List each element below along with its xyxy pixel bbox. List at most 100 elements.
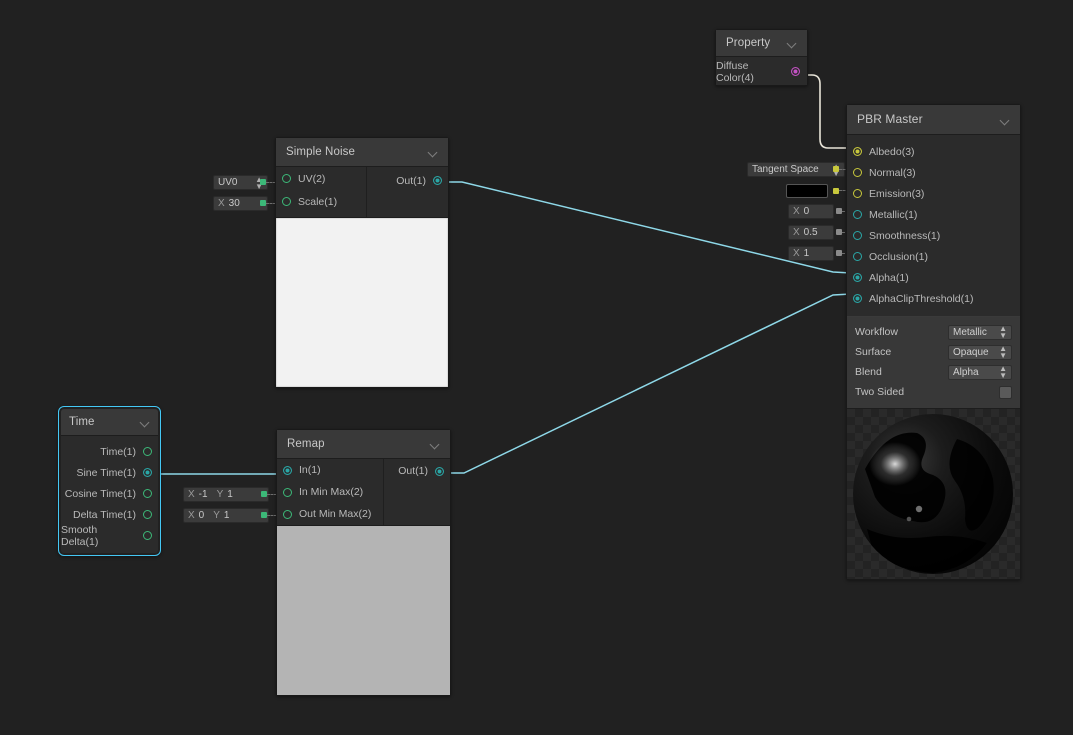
preview-sphere-render — [853, 414, 1013, 574]
shader-graph-canvas[interactable]: Property Diffuse Color(4) PBR Master Alb… — [0, 0, 1073, 735]
alpha-clip-threshold-input-port[interactable] — [853, 294, 862, 303]
simple-noise-input-scale[interactable]: Scale(1) — [276, 190, 448, 213]
uv-input-port[interactable] — [282, 174, 291, 183]
pbr-input-occlusion[interactable]: Occlusion(1) — [847, 246, 1020, 267]
chevron-down-icon[interactable] — [430, 439, 440, 449]
pbr-master-node[interactable]: PBR Master Albedo(3) Normal(3) Emission(… — [846, 104, 1021, 580]
pbr-master-preview[interactable] — [847, 408, 1020, 579]
remap-preview[interactable] — [277, 525, 450, 695]
setting-surface-dropdown[interactable]: Opaque ▲ ▼ — [948, 344, 1012, 360]
metallic-value-field[interactable]: X 0 — [788, 204, 834, 219]
remap-output-out[interactable]: Out(1) — [398, 460, 444, 482]
pbr-input-emission[interactable]: Emission(3) — [847, 183, 1020, 204]
smooth-delta-output-port[interactable] — [143, 531, 152, 540]
occlusion-value-field[interactable]: X 1 — [788, 246, 834, 261]
scale-axis-label: X — [218, 198, 225, 209]
pbr-input-alpha-clip-threshold[interactable]: AlphaClipThreshold(1) — [847, 288, 1020, 309]
remap-in-min-max-field[interactable]: X -1 Y 1 — [183, 487, 269, 502]
setting-two-sided-checkbox[interactable] — [999, 385, 1012, 399]
property-output-row[interactable]: Diffuse Color(4) — [716, 60, 807, 84]
sine-time-output-port[interactable] — [143, 468, 152, 477]
simple-noise-node[interactable]: Simple Noise UV(2) Scale(1) Out(1) — [275, 137, 449, 388]
diffuse-color-output-port[interactable] — [791, 67, 800, 76]
remap-title: Remap — [287, 438, 325, 450]
remap-header[interactable]: Remap — [277, 430, 450, 459]
cosine-time-output-port[interactable] — [143, 489, 152, 498]
alpha-input-port[interactable] — [853, 273, 862, 282]
setting-blend[interactable]: Blend Alpha ▲ ▼ — [855, 362, 1012, 382]
chevron-down-icon[interactable] — [428, 147, 438, 157]
remap-out-min-max-label: Out Min Max(2) — [299, 508, 372, 520]
simple-noise-title: Simple Noise — [286, 146, 355, 158]
delta-time-output-port[interactable] — [143, 510, 152, 519]
time-output-smooth-delta[interactable]: Smooth Delta(1) — [61, 523, 158, 548]
simple-noise-output-out[interactable]: Out(1) — [396, 169, 442, 192]
remap-node[interactable]: Remap In(1) In Min Max(2) Out Min Max(2)… — [276, 429, 451, 696]
remap-out-min-max-field[interactable]: X 0 Y 1 — [183, 508, 269, 523]
uv-channel-value: UV0 — [218, 177, 238, 188]
time-output-port[interactable] — [143, 447, 152, 456]
out-min-value: 0 — [198, 510, 205, 521]
time-output-sine-time[interactable]: Sine Time(1) — [61, 462, 158, 483]
setting-two-sided[interactable]: Two Sided — [855, 382, 1012, 402]
property-node-header[interactable]: Property — [716, 30, 807, 57]
smoothness-input-port[interactable] — [853, 231, 862, 240]
emission-input-port[interactable] — [853, 189, 862, 198]
metallic-value: 0 — [803, 206, 810, 217]
pbr-input-metallic[interactable]: Metallic(1) — [847, 204, 1020, 225]
time-node[interactable]: Time Time(1) Sine Time(1) Cosine Time(1) — [58, 406, 161, 556]
scale-input-port[interactable] — [282, 197, 291, 206]
pbr-input-normal[interactable]: Normal(3) — [847, 162, 1020, 183]
albedo-input-port[interactable] — [853, 147, 862, 156]
property-node[interactable]: Property Diffuse Color(4) — [715, 29, 808, 86]
setting-workflow-value: Metallic — [953, 326, 987, 338]
setting-workflow[interactable]: Workflow Metallic ▲ ▼ — [855, 322, 1012, 342]
cosine-time-output-label: Cosine Time(1) — [64, 487, 136, 500]
remap-input-in-min-max[interactable]: In Min Max(2) — [277, 481, 450, 503]
smoothness-label: Smoothness(1) — [869, 229, 941, 242]
occlusion-axis-label: X — [793, 248, 800, 259]
setting-workflow-dropdown[interactable]: Metallic ▲ ▼ — [948, 324, 1012, 340]
simple-noise-header[interactable]: Simple Noise — [276, 138, 448, 167]
remap-out-min-max-port[interactable] — [283, 509, 292, 519]
occlusion-input-port[interactable] — [853, 252, 862, 261]
chevron-down-icon[interactable] — [787, 38, 797, 48]
remap-in-min-max-port[interactable] — [283, 487, 292, 497]
noise-out-port[interactable] — [433, 176, 442, 185]
smooth-delta-output-label: Smooth Delta(1) — [61, 523, 99, 548]
alpha-clip-threshold-label: AlphaClipThreshold(1) — [869, 292, 974, 305]
occlusion-label: Occlusion(1) — [869, 250, 928, 263]
time-output-time[interactable]: Time(1) — [61, 441, 158, 462]
setting-surface[interactable]: Surface Opaque ▲ ▼ — [855, 342, 1012, 362]
remap-out-port[interactable] — [435, 466, 444, 476]
albedo-label: Albedo(3) — [869, 145, 915, 158]
remap-ports: In(1) In Min Max(2) Out Min Max(2) Out(1… — [277, 459, 450, 525]
stepper-icon: ▲▼ — [999, 344, 1007, 360]
out-min-axis-label: X — [188, 510, 195, 521]
emission-color-swatch[interactable] — [786, 184, 828, 198]
time-output-delta-time[interactable]: Delta Time(1) — [61, 504, 158, 525]
pbr-input-alpha[interactable]: Alpha(1) — [847, 267, 1020, 288]
chevron-down-icon[interactable] — [1000, 115, 1010, 125]
smoothness-value-field[interactable]: X 0.5 — [788, 225, 834, 240]
pbr-input-smoothness[interactable]: Smoothness(1) — [847, 225, 1020, 246]
setting-blend-dropdown[interactable]: Alpha ▲ ▼ — [948, 364, 1012, 380]
in-max-value: 1 — [227, 489, 233, 500]
remap-input-out-min-max[interactable]: Out Min Max(2) — [277, 503, 450, 525]
pbr-master-header[interactable]: PBR Master — [847, 105, 1020, 135]
metallic-input-port[interactable] — [853, 210, 862, 219]
scale-label: Scale(1) — [298, 195, 338, 208]
normal-input-port[interactable] — [853, 168, 862, 177]
time-node-header[interactable]: Time — [61, 409, 158, 436]
pbr-input-albedo[interactable]: Albedo(3) — [847, 141, 1020, 162]
normal-space-dropdown[interactable]: Tangent Space ▲▼ — [747, 162, 845, 177]
stepper-icon: ▲▼ — [999, 364, 1007, 380]
scale-value: 30 — [228, 198, 240, 209]
remap-in-port[interactable] — [283, 465, 292, 475]
time-output-cosine-time[interactable]: Cosine Time(1) — [61, 483, 158, 504]
chevron-down-icon[interactable] — [140, 417, 150, 427]
pbr-master-title: PBR Master — [857, 112, 923, 126]
simple-noise-preview[interactable] — [276, 217, 448, 387]
setting-blend-value: Alpha — [953, 366, 979, 378]
setting-surface-value: Opaque — [953, 346, 989, 358]
